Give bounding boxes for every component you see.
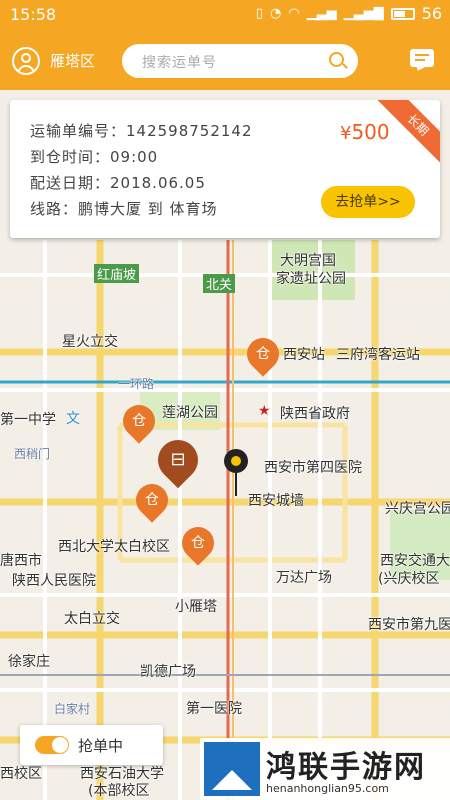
status-icons: ▯ ◔ ◠ ▁▃▅ ▁▃▅▇ 56 (256, 5, 442, 23)
map-label: 星火立交 (62, 334, 118, 350)
map-label: 太白立交 (64, 611, 120, 627)
map-label: 西校区 (0, 766, 42, 782)
map-label: 大明宫国 (280, 253, 336, 269)
warehouse-marker[interactable]: 仓 (240, 331, 286, 377)
order-number: 运输单编号：142598752142 (30, 122, 253, 140)
map-label: 北关 (203, 274, 236, 293)
map-label: 西安站 (283, 347, 325, 363)
map-label: 万达广场 (276, 570, 332, 586)
status-time: 15:58 (10, 5, 57, 24)
map-label: 三府湾客运站 (336, 347, 420, 363)
current-location-icon (224, 449, 248, 473)
map-label: 一环路 (118, 377, 155, 391)
battery-percent: 56 (421, 4, 442, 23)
map-label: (兴庆校区 (378, 571, 440, 587)
vibrate-icon: ▯ (255, 6, 263, 21)
toggle-label: 抢单中 (78, 737, 124, 755)
map-label: 第一医院 (186, 701, 242, 717)
battery-icon (390, 8, 415, 20)
map-label: 家遗址公园 (276, 271, 346, 287)
signal-icon: ▁▃▅ (306, 6, 337, 21)
map-label: 小雁塔 (175, 599, 217, 615)
star-icon: ★ (258, 403, 271, 419)
map-label: 第一中学 (0, 412, 56, 428)
search-input[interactable]: 搜索运单号 (122, 44, 358, 78)
order-arrive-time: 到仓时间：09:00 (30, 148, 159, 166)
message-icon[interactable] (410, 49, 434, 67)
grab-order-button[interactable]: 去抢单>> (321, 186, 415, 218)
status-bar: 15:58 ▯ ◔ ◠ ▁▃▅ ▁▃▅▇ 56 (0, 0, 450, 30)
watermark: 鸿联手游网 henanhonglian95.com (200, 738, 450, 800)
map-label: 徐家庄 (8, 654, 50, 670)
avatar-icon[interactable] (12, 47, 40, 75)
map-label: 陕西人民医院 (12, 573, 96, 589)
truck-marker-icon[interactable]: ⊟ (149, 431, 207, 489)
map-label: 西安市第四医院 (264, 460, 362, 476)
watermark-url: henanhonglian95.com (266, 782, 389, 795)
alarm-icon: ◔ (269, 6, 282, 21)
map-label: (本部校区 (88, 783, 150, 799)
search-placeholder: 搜索运单号 (142, 55, 217, 71)
toggle-switch[interactable] (35, 736, 69, 754)
map-label: 红庙坡 (94, 264, 140, 283)
school-icon: 文 (66, 411, 80, 427)
map-label: 西安城墙 (248, 493, 304, 509)
search-icon[interactable] (329, 52, 344, 67)
order-delivery-date: 配送日期：2018.06.05 (30, 174, 206, 192)
map-label: 白家村 (54, 702, 91, 716)
map-label: 陕西省政府 (280, 406, 350, 422)
map-label: 莲湖公园 (162, 405, 218, 421)
watermark-title: 鸿联手游网 (266, 750, 426, 785)
map-label: 西稍门 (14, 447, 51, 461)
location-pin-stem (235, 472, 237, 496)
map-label: 西北大学太白校区 (58, 539, 170, 555)
wifi-icon: ◠ (288, 6, 300, 21)
map-label: 唐西市 (0, 553, 42, 569)
map-label: 西安交通大 (380, 553, 450, 569)
grab-mode-toggle[interactable]: 抢单中 (20, 725, 163, 765)
district-selector[interactable]: 雁塔区 (50, 50, 95, 71)
app-header: 雁塔区 搜索运单号 (0, 30, 450, 90)
map-label: 兴庆宫公园 (385, 501, 450, 517)
warehouse-marker[interactable]: 仓 (116, 398, 162, 444)
order-route: 线路：鹏博大厦 到 体育场 (30, 200, 218, 218)
watermark-logo-icon (204, 742, 260, 796)
warehouse-marker[interactable]: 仓 (175, 520, 221, 566)
order-card[interactable]: 运输单编号：142598752142 到仓时间：09:00 配送日期：2018.… (10, 100, 440, 238)
map-label: 西安市第九医院 (368, 617, 450, 633)
order-price: ¥500 (340, 120, 390, 144)
map-label: 凯德广场 (140, 664, 196, 680)
signal-icon-2: ▁▃▅▇ (343, 6, 384, 21)
warehouse-marker[interactable]: 仓 (129, 477, 175, 523)
